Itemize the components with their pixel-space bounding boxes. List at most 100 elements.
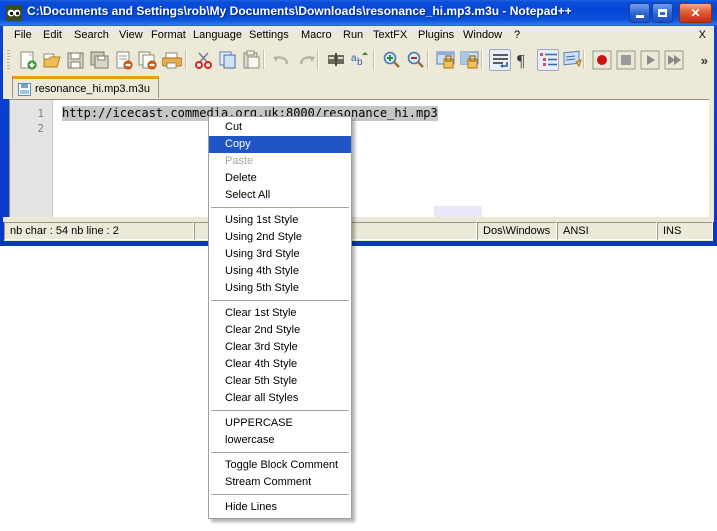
new-file-icon[interactable] [17,49,39,71]
stop-macro-icon[interactable] [615,49,637,71]
context-menu-item-using-3rd-style[interactable]: Using 3rd Style [209,246,351,263]
undo-icon[interactable] [271,49,293,71]
context-menu-item-clear-2nd-style[interactable]: Clear 2nd Style [209,322,351,339]
title-bar: C:\Documents and Settings\rob\My Documen… [0,0,717,26]
close-button[interactable]: ✕ [679,3,712,23]
toolbar-separator [373,50,375,69]
status-encoding: ANSI [557,222,657,240]
maximize-icon [653,4,672,22]
context-menu-item-paste: Paste [209,153,351,170]
stop-macro-icon-glyph [616,50,636,73]
menu-run[interactable]: Run [343,29,363,41]
context-menu-item-copy[interactable]: Copy [209,136,351,153]
play-macro-icon[interactable] [639,49,661,71]
menu-language[interactable]: Language [193,29,242,41]
print-icon-glyph [162,50,182,73]
save-all-icon[interactable] [89,49,111,71]
status-bar: nb char : 54 nb line : 2Dos\WindowsANSII… [4,222,713,241]
menu-format[interactable]: Format [151,29,186,41]
status-doc-stats: nb char : 54 nb line : 2 [4,222,194,240]
sync-vertical-icon[interactable] [435,49,457,71]
word-wrap-icon[interactable] [489,49,511,71]
context-menu-item-using-5th-style[interactable]: Using 5th Style [209,280,351,297]
close-file-icon[interactable] [113,49,135,71]
context-menu-item-using-4th-style[interactable]: Using 4th Style [209,263,351,280]
show-all-chars-icon[interactable]: ¶ [513,49,535,71]
document-saved-icon [18,83,31,96]
editor-area[interactable]: 12 http://icecast.commedia.org.uk:8000/r… [9,99,709,217]
open-file-icon[interactable] [41,49,63,71]
zoom-in-icon[interactable] [381,49,403,71]
toolbar: » ab ¶ [3,45,714,75]
menu-plugins[interactable]: Plugins [418,29,454,41]
close-icon: ✕ [680,4,711,22]
user-language-icon[interactable] [561,49,583,71]
indent-guide-icon[interactable] [537,49,559,71]
menu-file[interactable]: File [14,29,32,41]
find-icon[interactable] [325,49,347,71]
context-menu-item-select-all[interactable]: Select All [209,187,351,204]
print-icon[interactable] [161,49,183,71]
toolbar-separator [427,50,429,69]
minimize-icon [630,4,649,22]
copy-icon[interactable] [217,49,239,71]
context-menu-item-clear-5th-style[interactable]: Clear 5th Style [209,373,351,390]
context-menu-item-toggle-block-comment[interactable]: Toggle Block Comment [209,457,351,474]
menu-bar: X File Edit Search View Format Language Settin… [3,26,714,45]
context-menu-item-using-1st-style[interactable]: Using 1st Style [209,212,351,229]
code-text-area[interactable]: http://icecast.commedia.org.uk:8000/reso… [54,100,709,217]
open-file-icon-glyph [42,50,62,73]
close-all-files-icon[interactable] [137,49,159,71]
tab-resonance-hi-mp3-m3u[interactable]: resonance_hi.mp3.m3u [12,76,159,98]
paste-icon[interactable] [241,49,263,71]
indent-guide-icon-glyph [539,51,559,74]
editor-right-filler [709,99,714,219]
maximize-button[interactable] [652,3,673,23]
zoom-out-icon[interactable] [405,49,427,71]
run-multi-macro-icon[interactable] [663,49,685,71]
redo-icon[interactable] [295,49,317,71]
record-macro-icon[interactable] [591,49,613,71]
minimize-button[interactable] [629,3,650,23]
save-icon[interactable] [65,49,87,71]
context-menu-item-using-2nd-style[interactable]: Using 2nd Style [209,229,351,246]
toolbar-overflow-chevron[interactable]: » [701,53,708,68]
menu-search[interactable]: Search [74,29,109,41]
copy-icon-glyph [218,50,238,73]
toolbar-grip[interactable] [7,50,10,70]
tab-bar: resonance_hi.mp3.m3u [3,74,714,99]
context-menu-item-hide-lines[interactable]: Hide Lines [209,499,351,516]
toolbar-separator [185,50,187,69]
menu-textfx[interactable]: TextFX [373,29,407,41]
context-menu-item-clear-1st-style[interactable]: Clear 1st Style [209,305,351,322]
save-icon-glyph [66,50,86,73]
notepadpp-icon [6,5,22,21]
context-menu-item-delete[interactable]: Delete [209,170,351,187]
replace-icon[interactable]: ab [349,49,371,71]
sync-horizontal-icon[interactable] [459,49,481,71]
menu-view[interactable]: View [119,29,143,41]
menu-edit[interactable]: Edit [43,29,62,41]
close-document-x[interactable]: X [699,29,706,41]
line-number: 2 [14,122,44,135]
menu-[interactable]: ? [514,29,520,41]
menu-settings[interactable]: Settings [249,29,289,41]
replace-icon-glyph: ab [350,50,370,73]
context-menu-item-clear-3rd-style[interactable]: Clear 3rd Style [209,339,351,356]
record-macro-icon-glyph [592,50,612,73]
svg-text:b: b [357,57,363,68]
context-menu-item-lowercase[interactable]: lowercase [209,432,351,449]
zoom-out-icon-glyph [406,50,426,73]
toolbar-separator [317,50,319,69]
notepadpp-window: C:\Documents and Settings\rob\My Documen… [0,0,717,246]
menu-window[interactable]: Window [463,29,502,41]
context-menu-item-cut[interactable]: Cut [209,119,351,136]
new-file-icon-glyph [18,50,38,73]
cut-icon[interactable] [193,49,215,71]
context-menu-item-clear-4th-style[interactable]: Clear 4th Style [209,356,351,373]
context-menu-item-clear-all-styles[interactable]: Clear all Styles [209,390,351,407]
zoom-in-icon-glyph [382,50,402,73]
context-menu-item-stream-comment[interactable]: Stream Comment [209,474,351,491]
context-menu-item-uppercase[interactable]: UPPERCASE [209,415,351,432]
menu-macro[interactable]: Macro [301,29,332,41]
